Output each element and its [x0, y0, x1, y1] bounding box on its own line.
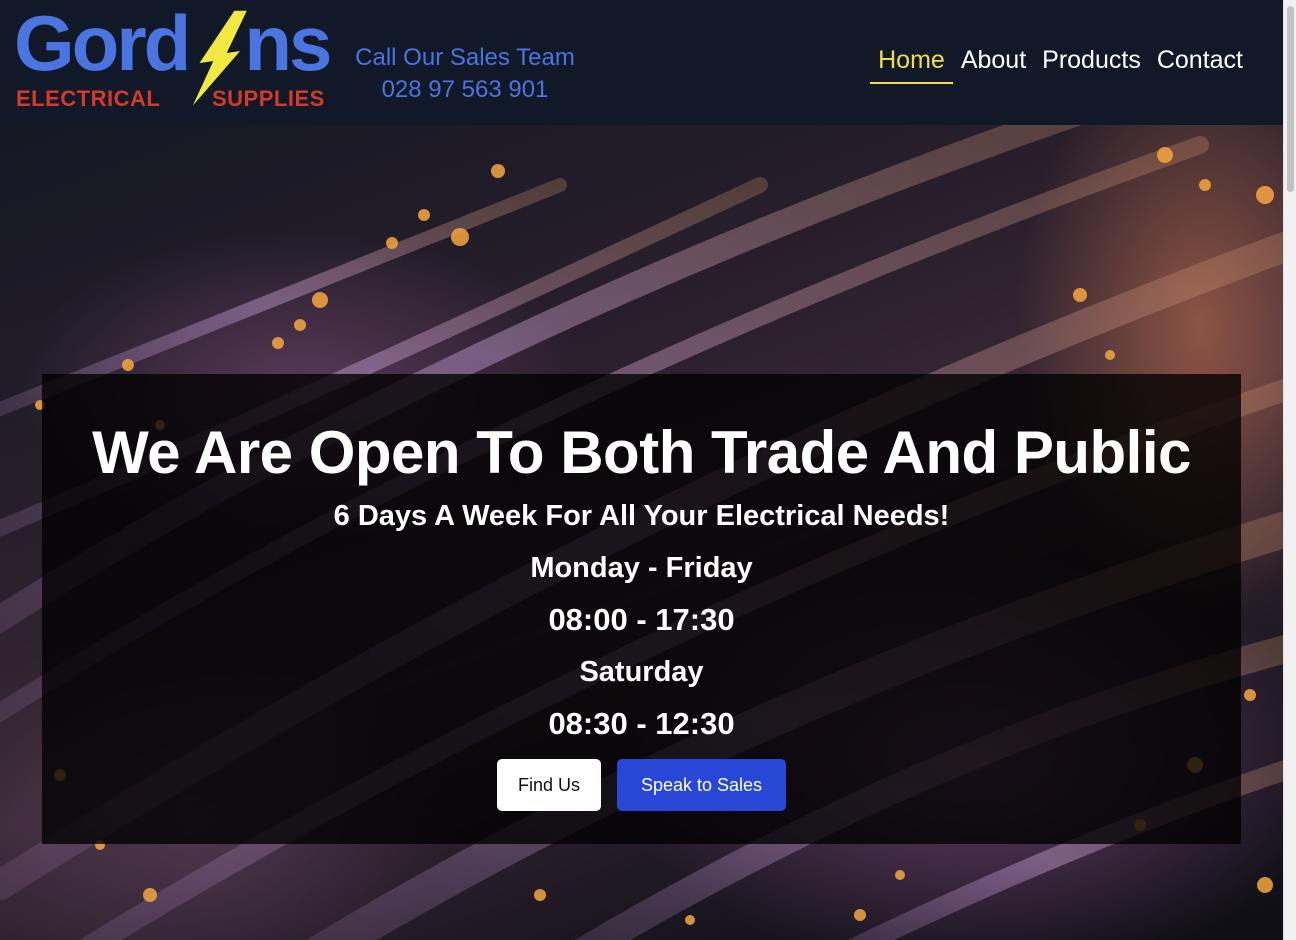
hours-saturday-time: 08:30 - 12:30	[548, 706, 735, 741]
page: Gord ns ELECTRICAL SUPPLIES Call Our Sale…	[0, 0, 1296, 940]
speak-to-sales-button[interactable]: Speak to Sales	[617, 759, 786, 811]
logo-wordmark: Gord ns	[14, 4, 332, 82]
find-us-button[interactable]: Find Us	[497, 759, 601, 811]
hero-subline: 6 Days A Week For All Your Electrical Ne…	[333, 500, 950, 532]
sales-label: Call Our Sales Team	[355, 44, 575, 71]
nav-home[interactable]: Home	[870, 44, 953, 84]
hero-buttons: Find Us Speak to Sales	[497, 759, 786, 811]
nav-about[interactable]: About	[953, 44, 1034, 84]
hours-weekdays-time: 08:00 - 17:30	[548, 602, 735, 637]
hero-headline: We Are Open To Both Trade And Public	[92, 419, 1191, 486]
logo-word-left: Gord	[14, 0, 191, 87]
main-nav: Home About Products Contact	[870, 44, 1251, 84]
logo-sub-supplies: SUPPLIES	[212, 86, 325, 111]
hours-overlay-panel: We Are Open To Both Trade And Public 6 D…	[42, 374, 1241, 844]
nav-contact[interactable]: Contact	[1149, 44, 1251, 84]
logo-sub-electrical: ELECTRICAL	[16, 86, 161, 111]
nav-products[interactable]: Products	[1034, 44, 1149, 84]
scrollbar-thumb[interactable]	[1287, 6, 1294, 192]
hours-saturday-label: Saturday	[579, 656, 704, 688]
site-header: Gord ns ELECTRICAL SUPPLIES Call Our Sale…	[0, 0, 1283, 125]
logo[interactable]: Gord ns ELECTRICAL SUPPLIES	[14, 4, 344, 116]
sales-contact: Call Our Sales Team 028 97 563 901	[352, 42, 578, 106]
hero-section: We Are Open To Both Trade And Public 6 D…	[0, 125, 1283, 940]
page-scrollbar[interactable]	[1283, 0, 1296, 940]
hours-weekdays-label: Monday - Friday	[530, 552, 753, 584]
sales-phone-link[interactable]: 028 97 563 901	[352, 74, 578, 106]
